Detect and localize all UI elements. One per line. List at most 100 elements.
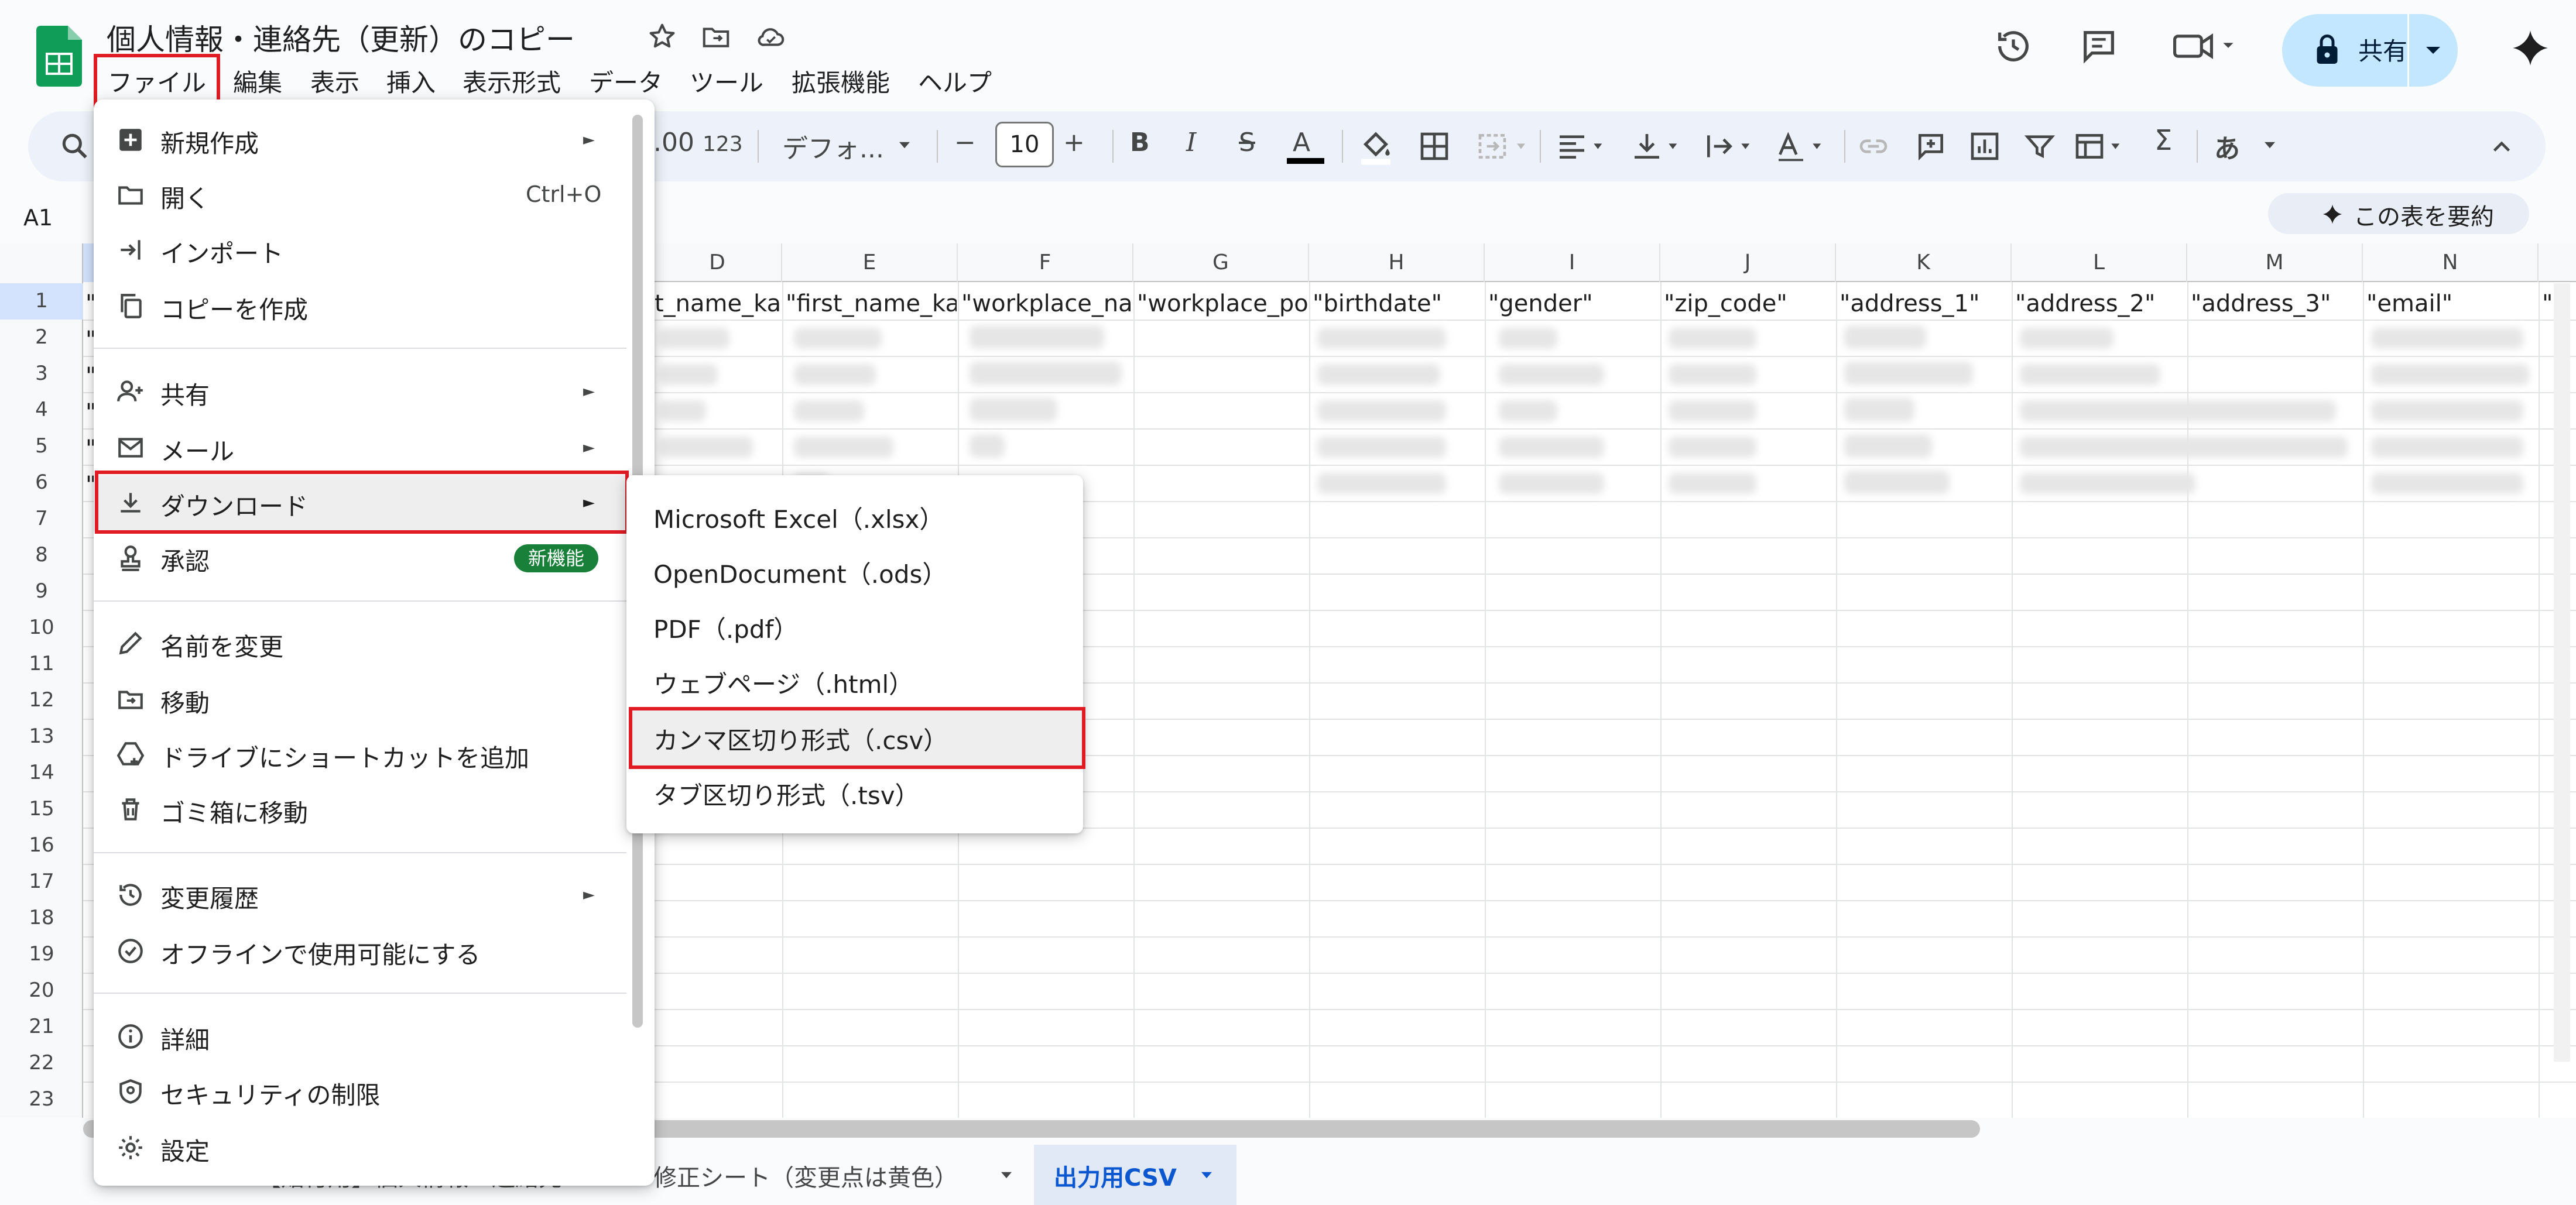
insert-comment-icon[interactable] (1914, 130, 1947, 163)
row-header[interactable]: 7 (0, 507, 83, 530)
column-header-i[interactable]: I (1485, 243, 1660, 282)
file-menu-version-history[interactable]: 変更履歴 (160, 879, 259, 915)
column-header-l[interactable]: L (2012, 243, 2187, 282)
column-header-d[interactable]: D (653, 243, 782, 282)
text-wrapping-icon[interactable] (1703, 130, 1761, 163)
file-menu-add-shortcut[interactable]: ドライブにショートカットを追加 (160, 739, 529, 774)
menu-insert[interactable]: 挿入 (386, 63, 436, 99)
row-header[interactable]: 19 (0, 942, 83, 966)
download-pdf[interactable]: PDF（.pdf） (653, 610, 798, 646)
column-header-m[interactable]: M (2187, 243, 2363, 282)
file-menu-new[interactable]: 新規作成 (160, 124, 259, 160)
collapse-toolbar-icon[interactable] (2487, 132, 2516, 162)
menu-tools[interactable]: ツール (690, 63, 763, 99)
row-header[interactable]: 23 (0, 1087, 83, 1111)
cell-o1[interactable]: " (2542, 290, 2553, 317)
menu-data[interactable]: データ (589, 63, 663, 99)
borders-icon[interactable] (1418, 130, 1451, 163)
select-all-corner[interactable] (0, 243, 83, 282)
row-header[interactable]: 12 (0, 688, 83, 712)
fill-color-icon[interactable] (1358, 126, 1393, 165)
font-family-select[interactable]: デフォ... (782, 128, 884, 165)
meet-icon[interactable] (2170, 26, 2240, 67)
sheet-tab-dropdown-icon[interactable] (1198, 1168, 1215, 1182)
vertical-scrollbar[interactable] (2554, 283, 2570, 1062)
file-menu-open[interactable]: 開く (160, 179, 210, 215)
row-header[interactable]: 18 (0, 906, 83, 929)
cell-h1[interactable]: "birthdate" (1313, 290, 1484, 317)
row-header[interactable]: 1 (0, 289, 83, 313)
filter-views-icon[interactable] (2073, 130, 2131, 163)
cell-e1[interactable]: "first_name_kana (786, 290, 957, 317)
number-format-button[interactable]: 123 (703, 132, 743, 156)
font-size-input[interactable]: 10 (995, 122, 1054, 167)
cell-g1[interactable]: "workplace_posi (1137, 290, 1308, 317)
cloud-saved-icon[interactable] (755, 21, 787, 53)
italic-icon[interactable]: I (1186, 128, 1196, 157)
menu-format[interactable]: 表示形式 (463, 63, 561, 99)
input-tools-icon[interactable]: あ (2214, 128, 2240, 165)
comments-icon[interactable] (2078, 26, 2119, 67)
row-header[interactable]: 3 (0, 362, 83, 385)
version-history-icon[interactable] (1993, 26, 2034, 67)
functions-icon[interactable]: Σ (2154, 124, 2172, 157)
text-rotation-icon[interactable] (1774, 130, 1832, 163)
cell-i1[interactable]: "gender" (1488, 290, 1659, 317)
file-menu-email[interactable]: メール (160, 432, 234, 468)
cell-m1[interactable]: "address_3" (2191, 290, 2362, 317)
file-menu-offline[interactable]: オフラインで使用可能にする (160, 935, 480, 971)
text-color-icon[interactable]: A (1293, 128, 1310, 157)
row-header[interactable]: 14 (0, 761, 83, 784)
row-header[interactable]: 9 (0, 579, 83, 603)
menu-extensions[interactable]: 拡張機能 (792, 63, 890, 99)
row-header[interactable]: 11 (0, 652, 83, 675)
star-icon[interactable] (646, 21, 678, 53)
vertical-align-icon[interactable] (1630, 130, 1688, 163)
sheet-tab-revision[interactable]: 修正シート（変更点は黄色） (653, 1159, 958, 1193)
column-header-n[interactable]: N (2363, 243, 2539, 282)
row-header[interactable]: 4 (0, 398, 83, 421)
download-html[interactable]: ウェブページ（.html） (653, 665, 913, 701)
filter-icon[interactable] (2023, 130, 2056, 163)
row-header[interactable]: 5 (0, 434, 83, 458)
row-header[interactable]: 2 (0, 325, 83, 349)
sheet-tab-dropdown-icon[interactable] (998, 1168, 1015, 1182)
sheets-logo-icon[interactable] (36, 26, 82, 87)
file-menu-make-copy[interactable]: コピーを作成 (160, 290, 308, 326)
row-header[interactable]: 6 (0, 471, 83, 494)
download-tsv[interactable]: タブ区切り形式（.tsv） (653, 776, 920, 812)
row-header[interactable]: 22 (0, 1051, 83, 1074)
row-header[interactable]: 15 (0, 797, 83, 821)
cell-n1[interactable]: "email" (2366, 290, 2537, 317)
menu-help[interactable]: ヘルプ (918, 63, 992, 99)
merge-cells-icon[interactable] (1475, 130, 1534, 163)
column-header-f[interactable]: F (958, 243, 1133, 282)
sheet-tab-output-csv[interactable]: 出力用CSV (1054, 1159, 1177, 1193)
file-menu-share[interactable]: 共有 (160, 376, 210, 411)
file-menu-settings[interactable]: 設定 (160, 1132, 210, 1168)
cell-d1[interactable]: t_name_kana (655, 290, 781, 317)
row-header[interactable]: 8 (0, 543, 83, 567)
cell-f1[interactable]: "workplace_name (961, 290, 1132, 317)
file-menu-approvals[interactable]: 承認 (160, 542, 210, 578)
document-title[interactable]: 個人情報・連絡先（更新）のコピー (107, 16, 575, 59)
row-header[interactable]: 10 (0, 616, 83, 639)
file-menu-security[interactable]: セキュリティの制限 (160, 1076, 380, 1111)
bold-icon[interactable]: B (1130, 128, 1150, 157)
file-menu-details[interactable]: 詳細 (160, 1021, 210, 1056)
column-header-k[interactable]: K (1836, 243, 2012, 282)
menu-view[interactable]: 表示 (310, 63, 359, 99)
strikethrough-icon[interactable]: S (1239, 128, 1255, 157)
font-size-increase-icon[interactable]: + (1063, 128, 1085, 157)
cell-l1[interactable]: "address_2" (2015, 290, 2186, 317)
gemini-icon[interactable] (2509, 27, 2551, 69)
input-tools-dropdown-icon[interactable] (2261, 138, 2279, 152)
download-ods[interactable]: OpenDocument（.ods） (653, 555, 947, 591)
column-header-h[interactable]: H (1309, 243, 1485, 282)
row-header[interactable]: 13 (0, 725, 83, 748)
column-header-j[interactable]: J (1660, 243, 1836, 282)
search-menus-icon[interactable] (59, 130, 91, 163)
cell-k1[interactable]: "address_1" (1839, 290, 2010, 317)
file-menu-rename[interactable]: 名前を変更 (160, 627, 283, 663)
decimal-increase-icon[interactable]: .00 (653, 128, 694, 157)
